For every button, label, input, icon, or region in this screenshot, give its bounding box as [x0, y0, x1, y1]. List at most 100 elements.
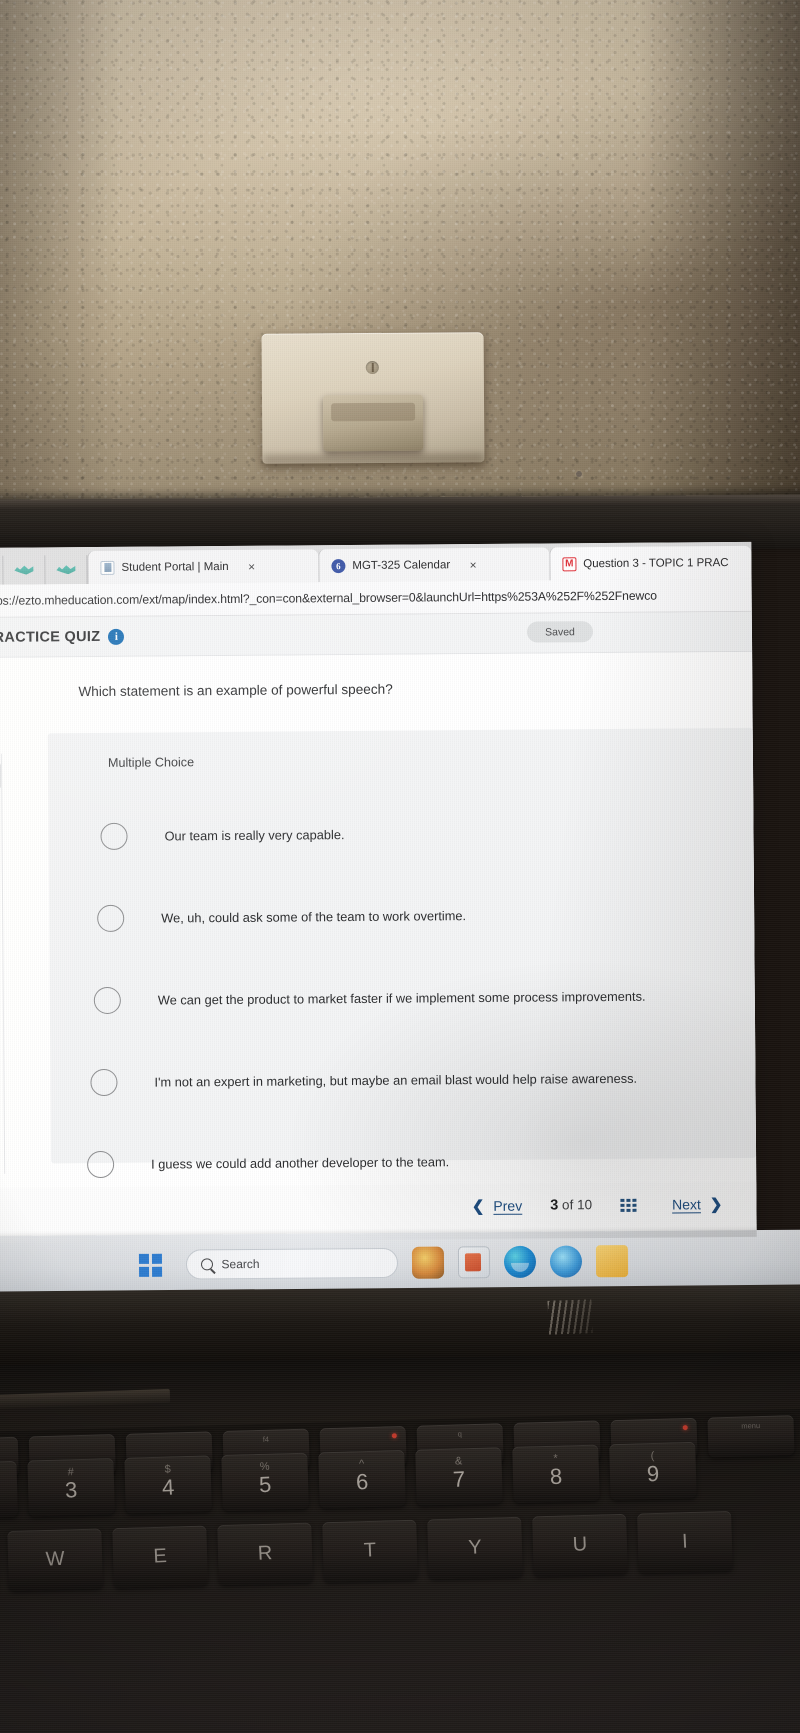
- tab-title: Question 3 - TOPIC 1 PRAC: [583, 556, 729, 570]
- key-label: R: [257, 1542, 273, 1565]
- key-3[interactable]: #3: [27, 1458, 115, 1517]
- key-u[interactable]: U: [532, 1513, 628, 1577]
- answer-option-1[interactable]: Our team is really very capable.: [48, 790, 754, 878]
- question-counter: 3 of 10: [550, 1197, 592, 1213]
- webcam-icon: [576, 471, 582, 477]
- key-label: U: [572, 1533, 588, 1556]
- key-sublabel: menu: [741, 1421, 761, 1431]
- tab-title: MGT-325 Calendar: [352, 558, 451, 572]
- key-sublabel: f4: [262, 1434, 270, 1444]
- key-y[interactable]: Y: [427, 1516, 523, 1580]
- answer-option-label: I'm not an expert in marketing, but mayb…: [154, 1070, 638, 1090]
- sidebar-divider: [0, 753, 6, 1174]
- radio-button[interactable]: [100, 822, 128, 850]
- key-label: 4: [161, 1474, 175, 1500]
- key-w[interactable]: W: [7, 1528, 103, 1592]
- windows-logo-icon[interactable]: [138, 1253, 162, 1277]
- radio-button[interactable]: [93, 986, 121, 1014]
- prev-button[interactable]: ❮ Prev: [472, 1197, 523, 1215]
- document-icon: [100, 560, 115, 575]
- folder-icon[interactable]: [595, 1245, 628, 1278]
- next-label: Next: [672, 1196, 701, 1213]
- key-6[interactable]: ^ 6: [318, 1449, 406, 1509]
- answer-card: Multiple Choice Our team is really very …: [47, 727, 757, 1178]
- total-questions: 10: [576, 1197, 593, 1213]
- key-9[interactable]: (9: [609, 1441, 697, 1501]
- sidebar-item-ebook[interactable]: eBook: [0, 762, 2, 790]
- answer-option-label: We can get the product to market faster …: [157, 988, 646, 1008]
- key-label: T: [363, 1539, 377, 1562]
- browser-tab-strip: Student Portal | Main × 6 MGT-325 Calend…: [0, 541, 752, 586]
- answer-option-label: I guess we could add another developer t…: [151, 1153, 450, 1172]
- key-i[interactable]: I: [637, 1510, 733, 1574]
- radio-button[interactable]: [90, 1068, 118, 1096]
- search-input[interactable]: Search: [185, 1247, 398, 1280]
- key-2[interactable]: @2: [0, 1460, 18, 1520]
- key-r[interactable]: R: [217, 1522, 313, 1586]
- key-label: 6: [355, 1469, 369, 1495]
- chevron-right-icon: ❯: [709, 1196, 723, 1214]
- key-t[interactable]: T: [322, 1519, 418, 1583]
- answer-option-label: We, uh, could ask some of the team to wo…: [161, 907, 467, 926]
- close-icon[interactable]: ×: [465, 557, 481, 572]
- key-5[interactable]: % 5: [221, 1452, 309, 1512]
- page-title: OPIC 1 PRACTICE QUIZ: [0, 628, 101, 646]
- tab-glyph-icon: [56, 565, 75, 574]
- laptop-brand-logo: [547, 1299, 593, 1335]
- key-8[interactable]: * 8: [512, 1444, 600, 1503]
- minimized-tab-3[interactable]: [45, 555, 88, 585]
- minimized-tab-2[interactable]: [3, 555, 46, 585]
- calendar-circle-icon: 6: [331, 558, 346, 573]
- radio-button[interactable]: [87, 1150, 115, 1178]
- key-label: Y: [467, 1536, 483, 1559]
- photo-of-laptop-screen: Student Portal | Main × 6 MGT-325 Calend…: [0, 0, 800, 1733]
- answer-option-3[interactable]: We can get the product to market faster …: [50, 954, 756, 1042]
- browser-tab-student-portal[interactable]: Student Portal | Main ×: [87, 549, 319, 585]
- file-explorer-icon[interactable]: [457, 1246, 490, 1279]
- key-label: 8: [549, 1463, 563, 1490]
- grid-icon[interactable]: [620, 1198, 637, 1212]
- browser-tab-question-3[interactable]: M Question 3 - TOPIC 1 PRAC: [549, 545, 752, 581]
- key-sublabel: q: [457, 1429, 463, 1439]
- tab-title: Student Portal | Main: [121, 560, 229, 574]
- prev-label: Prev: [493, 1197, 523, 1214]
- search-placeholder: Search: [221, 1256, 260, 1272]
- key-indicator-led: [391, 1433, 397, 1439]
- wall-outlet: [261, 332, 485, 472]
- key-7[interactable]: & 7: [415, 1447, 503, 1506]
- tab-glyph-icon: [14, 566, 33, 575]
- key-e[interactable]: E: [112, 1525, 208, 1589]
- of-label: of: [561, 1197, 574, 1213]
- wall-shadow-right: [640, 0, 800, 500]
- url-text: https://ezto.mheducation.com/ext/map/ind…: [0, 588, 657, 608]
- chevron-left-icon: ❮: [471, 1197, 485, 1216]
- outlet-screw: [365, 360, 379, 375]
- close-icon[interactable]: ×: [244, 559, 260, 573]
- key-label: E: [152, 1545, 168, 1568]
- key-label: 7: [452, 1466, 466, 1492]
- key-label: 9: [646, 1460, 660, 1487]
- laptop-keyboard: ? f4 q menu @2 #3 $4 %5 ^6 &7 *8 (9 Q W …: [0, 1407, 800, 1733]
- quiz-header: OPIC 1 PRACTICE QUIZ i Saved: [0, 611, 753, 659]
- question-type-label: Multiple Choice: [107, 755, 195, 770]
- info-icon[interactable]: i: [108, 628, 125, 645]
- next-button[interactable]: Next ❯: [672, 1195, 723, 1213]
- copilot-icon[interactable]: [411, 1246, 444, 1279]
- outlet-plug: [322, 394, 424, 452]
- answer-option-label: Our team is really very capable.: [164, 826, 345, 843]
- current-question: 3: [550, 1197, 559, 1214]
- radio-button[interactable]: [97, 904, 125, 932]
- browser-tab-mgt325-calendar[interactable]: 6 MGT-325 Calendar ×: [318, 547, 550, 583]
- magnifier-icon: [200, 1258, 213, 1271]
- key-4[interactable]: $4: [124, 1455, 212, 1514]
- key-label: W: [45, 1547, 66, 1571]
- answer-option-2[interactable]: We, uh, could ask some of the team to wo…: [49, 872, 755, 960]
- key-indicator-led: [682, 1425, 688, 1431]
- key-label: 3: [64, 1477, 78, 1503]
- edge-icon[interactable]: [503, 1245, 536, 1279]
- copilot-blue-icon[interactable]: [549, 1245, 582, 1278]
- keyboard-row-letters: Q W E R T Y U I: [0, 1509, 800, 1594]
- answer-option-4[interactable]: I'm not an expert in marketing, but mayb…: [50, 1036, 756, 1124]
- question-prompt: Which statement is an example of powerfu…: [78, 681, 393, 700]
- outlet-shadow: [262, 454, 485, 472]
